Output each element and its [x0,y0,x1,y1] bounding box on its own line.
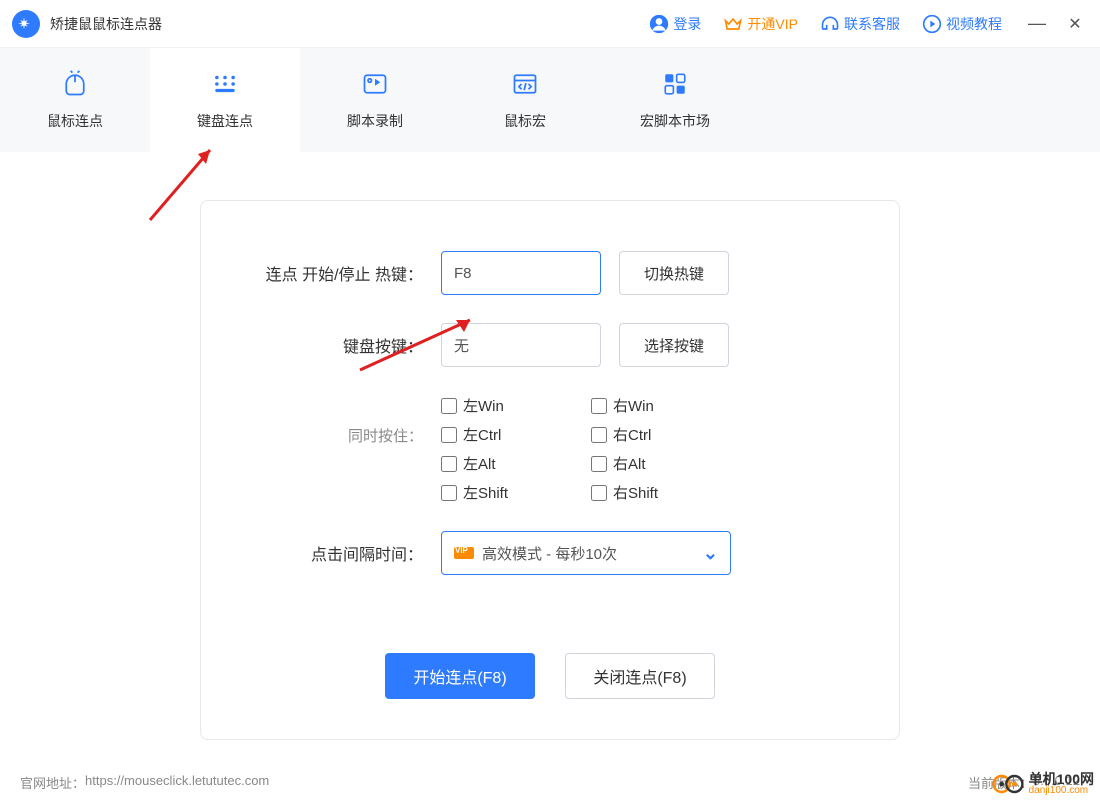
site-url[interactable]: https://mouseclick.letututec.com [85,773,269,792]
code-window-icon [510,69,540,99]
minimize-button[interactable]: — [1024,13,1050,34]
start-button[interactable]: 开始连点(F8) [385,653,535,699]
tab-label: 宏脚本市场 [640,111,710,131]
crown-icon [723,14,743,34]
interval-value: 高效模式 - 每秒10次 [482,543,703,564]
play-icon [922,14,942,34]
hotkey-input[interactable] [441,251,601,295]
headset-icon [820,14,840,34]
footer: 官网地址： https://mouseclick.letututec.com 当… [20,773,1080,792]
pointer-icon [60,69,90,99]
keyboard-dots-icon [210,69,240,99]
checkbox-ralt[interactable]: 右Alt [591,453,741,474]
checkbox-lctrl[interactable]: 左Ctrl [441,424,591,445]
watermark-name: 单机100网 [1029,772,1094,786]
tab-label: 鼠标宏 [504,111,546,131]
interval-select[interactable]: 高效模式 - 每秒10次 ⌄ [441,531,731,575]
tab-label: 键盘连点 [197,111,253,131]
checkbox-rwin[interactable]: 右Win [591,395,741,416]
user-icon [649,14,669,34]
key-input[interactable] [441,323,601,367]
checkbox-lwin[interactable]: 左Win [441,395,591,416]
close-button[interactable]: ✕ [1062,14,1088,34]
support-link[interactable]: 联系客服 [820,14,900,34]
vip-badge-icon [454,547,474,559]
tutorial-link[interactable]: 视频教程 [922,14,1002,34]
checkbox-lalt[interactable]: 左Alt [441,453,591,474]
modifiers-grid: 左Win 右Win 左Ctrl 右Ctrl 左Alt 右Alt 左Shift 右… [441,395,741,503]
tab-macro-market[interactable]: 宏脚本市场 [600,48,750,152]
tab-keyboard-click[interactable]: 键盘连点 [150,48,300,152]
watermark: 单机100网 danji100.com [991,772,1094,796]
change-hotkey-button[interactable]: 切换热键 [619,251,729,295]
tab-script-record[interactable]: 脚本录制 [300,48,450,152]
app-title: 矫捷鼠鼠标连点器 [50,14,162,34]
tab-label: 鼠标连点 [47,111,103,131]
select-key-button[interactable]: 选择按键 [619,323,729,367]
tab-mouse-macro[interactable]: 鼠标宏 [450,48,600,152]
record-icon [360,69,390,99]
key-label: 键盘按键： [241,333,441,357]
app-logo-icon [12,10,40,38]
watermark-url: danji100.com [1029,786,1094,796]
grid-icon [660,69,690,99]
checkbox-lshift[interactable]: 左Shift [441,482,591,503]
vip-link[interactable]: 开通VIP [723,14,798,34]
login-link[interactable]: 登录 [649,14,701,34]
stop-button[interactable]: 关闭连点(F8) [565,653,715,699]
chevron-down-icon: ⌄ [703,543,718,564]
tab-label: 脚本录制 [347,111,403,131]
checkbox-rshift[interactable]: 右Shift [591,482,741,503]
site-label: 官网地址： [20,773,85,792]
settings-card: 连点 开始/停止 热键： 切换热键 键盘按键： 选择按键 同时按住： 左Win … [200,200,900,740]
titlebar: 矫捷鼠鼠标连点器 登录 开通VIP 联系客服 视频教程 — ✕ [0,0,1100,48]
interval-label: 点击间隔时间： [241,541,441,565]
modifiers-label: 同时按住： [241,395,441,446]
checkbox-rctrl[interactable]: 右Ctrl [591,424,741,445]
hotkey-label: 连点 开始/停止 热键： [241,261,441,285]
tab-mouse-click[interactable]: 鼠标连点 [0,48,150,152]
watermark-logo-icon [991,772,1025,796]
tab-bar: 鼠标连点 键盘连点 脚本录制 鼠标宏 宏脚本市场 [0,48,1100,152]
